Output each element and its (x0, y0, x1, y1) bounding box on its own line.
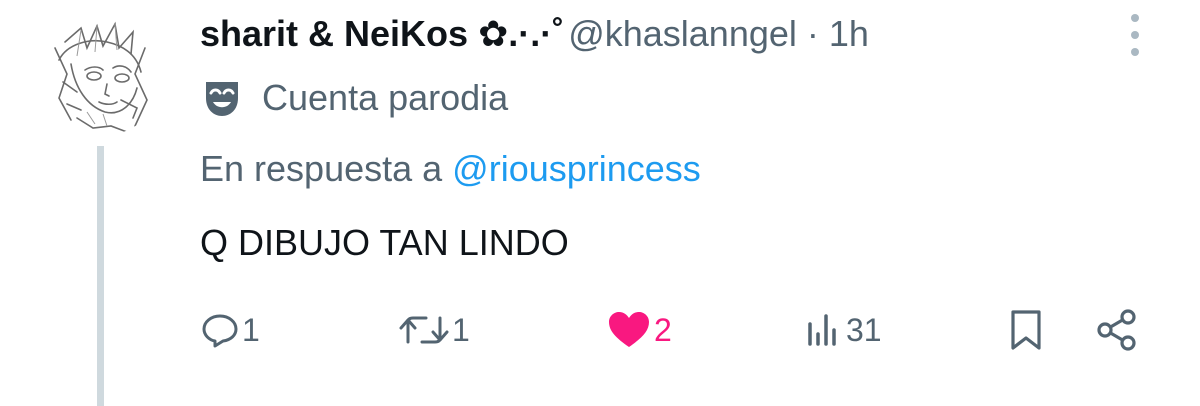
reply-button[interactable]: 1 (200, 306, 260, 354)
reply-icon (202, 314, 238, 348)
repost-icon (399, 316, 449, 344)
thread-line (97, 146, 104, 406)
reply-context: En respuesta a @riousprincess (200, 148, 701, 190)
bookmark-button[interactable] (1008, 306, 1044, 354)
more-dot-icon (1131, 31, 1139, 39)
timestamp[interactable]: 1h (829, 8, 869, 60)
like-button[interactable]: 2 (606, 306, 672, 354)
more-options-button[interactable] (1122, 14, 1148, 56)
like-count: 2 (654, 311, 672, 348)
repost-button[interactable]: 1 (398, 306, 470, 354)
parody-label-text: Cuenta parodia (262, 77, 509, 118)
share-button[interactable] (1094, 306, 1142, 354)
separator-dot: · (806, 13, 819, 54)
avatar[interactable] (37, 8, 165, 136)
bookmark-icon (1011, 310, 1041, 350)
parody-mask-icon (206, 82, 238, 116)
avatar-sketch-image (37, 8, 165, 136)
display-name[interactable]: sharit & NeiKos ✿.·.·˚ (200, 8, 564, 60)
repost-count: 1 (452, 311, 470, 348)
reply-prefix: En respuesta a (200, 148, 443, 189)
views-button[interactable]: 31 (804, 306, 882, 354)
more-dot-icon (1131, 48, 1139, 56)
views-chart-icon (808, 314, 836, 346)
tweet-header: sharit & NeiKos ✿.·.·˚ @khaslanngel · 1h (200, 8, 869, 60)
reply-count: 1 (242, 311, 260, 348)
tweet-text: Q DIBUJO TAN LINDO (200, 222, 569, 263)
reply-handle-link[interactable]: @riousprincess (452, 148, 701, 189)
parody-label: Cuenta parodia (200, 74, 508, 122)
user-handle[interactable]: @khaslanngel (568, 8, 797, 60)
views-count: 31 (846, 311, 882, 348)
share-icon (1097, 309, 1136, 351)
heart-filled-icon (609, 312, 649, 347)
more-dot-icon (1131, 14, 1139, 22)
